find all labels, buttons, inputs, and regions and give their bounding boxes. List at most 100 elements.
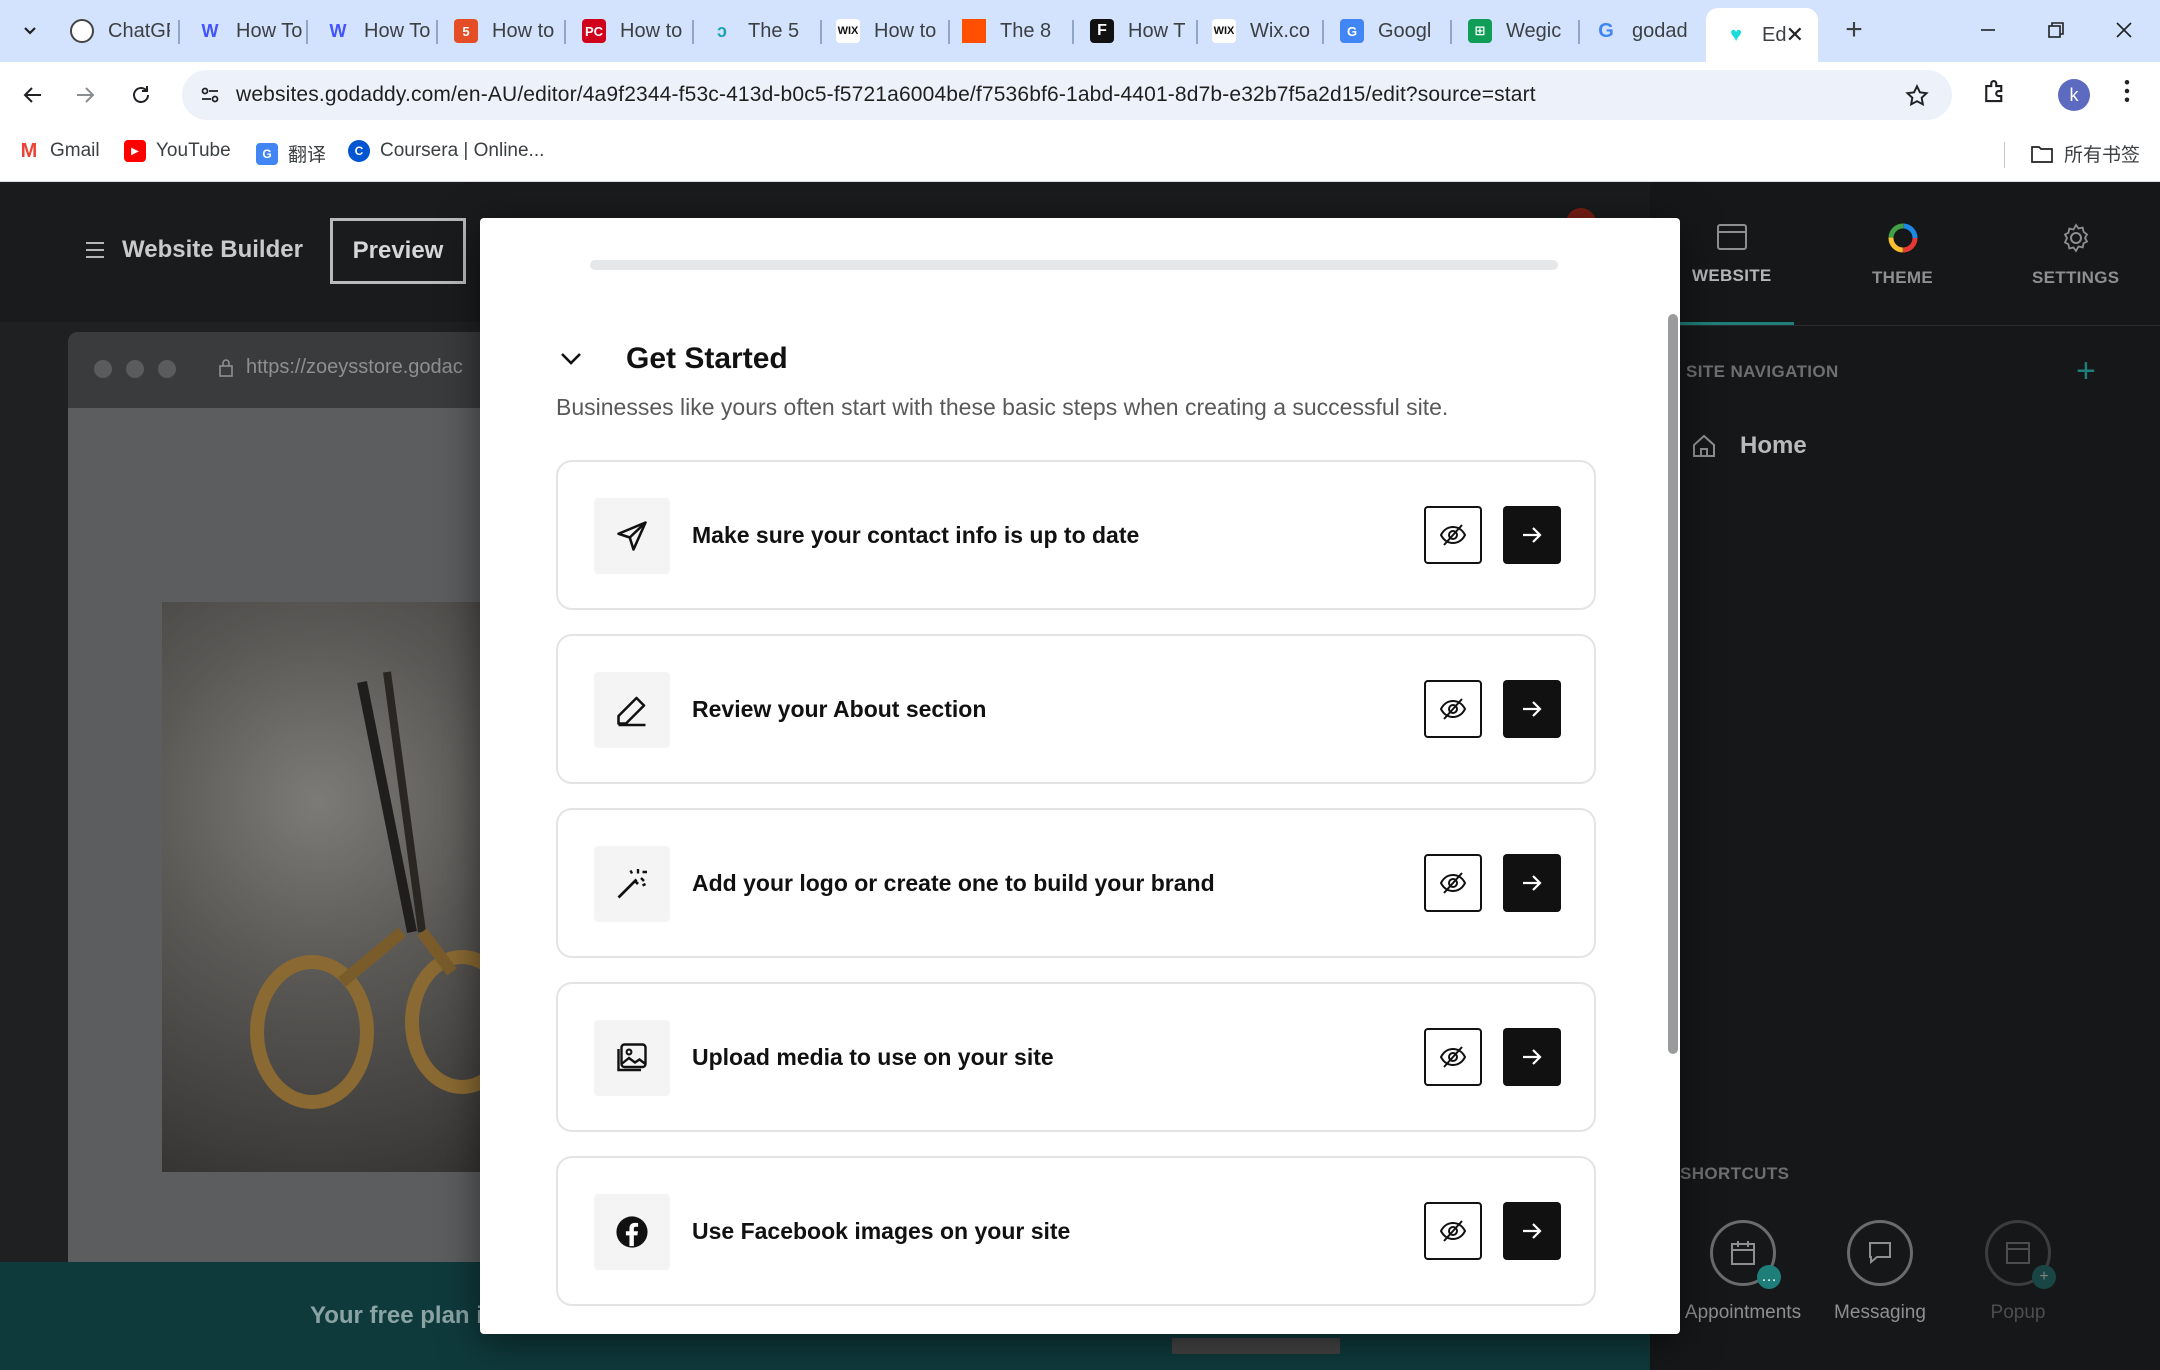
hide-task-button[interactable]	[1424, 1202, 1482, 1260]
f-icon: F	[1090, 19, 1114, 43]
calendar-icon	[1731, 1241, 1755, 1265]
bookmark-translate[interactable]: G 翻译	[256, 140, 326, 167]
sheets-icon: ⊞	[1468, 19, 1492, 43]
close-window-button[interactable]	[2094, 8, 2154, 52]
tab-google-translate[interactable]: G Googl	[1322, 12, 1448, 50]
tab-godaddy-search[interactable]: G godad	[1576, 12, 1700, 50]
wix-icon: WIX	[836, 19, 860, 43]
tab-how-to-3[interactable]: 5 How to	[436, 12, 560, 50]
back-button[interactable]	[12, 74, 54, 116]
shortcut-appointments[interactable]: … Appointments	[1673, 1220, 1813, 1324]
close-tab-icon[interactable]: ✕	[1786, 22, 1804, 48]
upgrade-button[interactable]	[1172, 1338, 1340, 1354]
all-bookmarks[interactable]: 所有书签	[2030, 140, 2140, 167]
free-plan-text: Your free plan i	[310, 1302, 483, 1329]
arrow-right-icon	[1523, 875, 1542, 891]
reload-icon	[133, 86, 149, 103]
eye-off-icon	[1439, 698, 1467, 720]
url-text[interactable]: websites.godaddy.com/en-AU/editor/4a9f23…	[236, 83, 1536, 107]
pc-icon: PC	[582, 19, 606, 43]
lock-icon	[219, 358, 233, 377]
openai-icon	[70, 19, 94, 43]
arrow-right-icon	[77, 87, 95, 103]
eye-off-icon	[1439, 1046, 1467, 1068]
nav-item-home[interactable]: Home	[1690, 432, 1807, 460]
profile-avatar[interactable]: k	[2058, 79, 2090, 111]
task-card-facebook-images[interactable]: Use Facebook images on your site	[556, 1156, 1596, 1306]
arrow-right-icon	[1523, 527, 1542, 543]
hide-task-button[interactable]	[1424, 506, 1482, 564]
tab-theme[interactable]: THEME	[1872, 222, 1933, 288]
hide-task-button[interactable]	[1424, 854, 1482, 912]
square-orange-icon	[962, 19, 986, 43]
arrow-right-icon	[1523, 1223, 1542, 1239]
arrow-left-icon	[23, 87, 41, 103]
minimize-icon	[1981, 29, 1995, 31]
tab-wegic[interactable]: ⊞ Wegic	[1450, 12, 1576, 50]
gear-icon	[2063, 223, 2088, 253]
website-builder-menu[interactable]: Website Builder	[84, 236, 303, 264]
tab-chatgpt[interactable]: ChatGPT	[52, 12, 170, 50]
tab-how-to-5[interactable]: WIX How to	[818, 12, 944, 50]
task-card-contact-info[interactable]: Make sure your contact info is up to dat…	[556, 460, 1596, 610]
gmail-icon: M	[20, 139, 38, 162]
address-bar[interactable]: websites.godaddy.com/en-AU/editor/4a9f23…	[182, 70, 1952, 120]
hide-task-button[interactable]	[1424, 1028, 1482, 1086]
bookmark-gmail[interactable]: M Gmail	[18, 140, 100, 162]
tab-the-8[interactable]: The 8	[944, 12, 1072, 50]
tab-wix[interactable]: WIX Wix.co	[1194, 12, 1320, 50]
section-description: Businesses like yours often start with t…	[556, 394, 1449, 420]
tab-how-to-1[interactable]: W How To	[180, 12, 304, 50]
tab-how-to-2[interactable]: W How To	[308, 12, 432, 50]
tab-how-to-4[interactable]: PC How to	[564, 12, 692, 50]
shortcut-messaging[interactable]: Messaging	[1810, 1220, 1950, 1324]
bookmark-star-icon[interactable]	[1904, 83, 1930, 109]
chevron-down-icon	[24, 27, 36, 35]
shortcut-popup[interactable]: + Popup	[1948, 1220, 2088, 1324]
add-page-button[interactable]: +	[2076, 352, 2096, 391]
restore-button[interactable]	[2026, 8, 2086, 52]
open-task-button[interactable]	[1503, 1028, 1561, 1086]
progress-bar	[590, 260, 1558, 270]
forward-button[interactable]	[64, 74, 106, 116]
home-icon	[1693, 434, 1715, 457]
site-navigation-heading: SITE NAVIGATION	[1686, 362, 1839, 381]
tab-search-button[interactable]	[12, 12, 48, 48]
get-started-modal: Get Started Businesses like yours often …	[480, 218, 1680, 1334]
minimize-button[interactable]	[1958, 8, 2018, 52]
reload-button[interactable]	[120, 74, 162, 116]
site-info-icon[interactable]	[198, 83, 222, 107]
hide-task-button[interactable]	[1424, 680, 1482, 738]
bookmark-youtube[interactable]: ▶ YouTube	[124, 140, 231, 162]
open-task-button[interactable]	[1503, 680, 1561, 738]
coursera-icon: C	[348, 140, 370, 162]
bookmark-coursera[interactable]: C Coursera | Online...	[348, 140, 544, 162]
tab-settings[interactable]: SETTINGS	[2032, 222, 2119, 288]
tab-website[interactable]: WEBSITE	[1692, 222, 1772, 286]
hamburger-icon	[86, 242, 104, 258]
preview-button[interactable]: Preview	[330, 218, 466, 284]
modal-scrollbar-thumb[interactable]	[1668, 314, 1678, 1054]
extensions-icon[interactable]	[1980, 76, 2010, 106]
arrow-right-icon	[1523, 701, 1542, 717]
new-tab-button[interactable]: +	[1836, 12, 1872, 48]
html5-icon: 5	[454, 19, 478, 43]
open-task-button[interactable]	[1503, 506, 1561, 564]
task-label: Make sure your contact info is up to dat…	[692, 522, 1140, 548]
bookmarks-bar: M Gmail ▶ YouTube G 翻译 C Coursera | Onli…	[0, 128, 2160, 182]
open-task-button[interactable]	[1503, 854, 1561, 912]
magic-wand-icon	[594, 846, 670, 922]
task-card-upload-media[interactable]: Upload media to use on your site	[556, 982, 1596, 1132]
get-started-header[interactable]: Get Started	[556, 342, 788, 376]
tab-editor-active[interactable]: ♥ Ed ✕	[1706, 8, 1818, 62]
kebab-menu-icon[interactable]	[2112, 76, 2142, 106]
restore-icon	[2048, 22, 2064, 38]
modal-scrollbar[interactable]	[1668, 314, 1678, 1054]
tab-the-5[interactable]: ɔ The 5	[692, 12, 818, 50]
task-card-about-section[interactable]: Review your About section	[556, 634, 1596, 784]
tab-how-t[interactable]: F How T	[1072, 12, 1194, 50]
open-task-button[interactable]	[1503, 1202, 1561, 1260]
browser-window-icon	[1716, 224, 1747, 250]
task-card-logo[interactable]: Add your logo or create one to build you…	[556, 808, 1596, 958]
preview-url: https://zoeysstore.godac	[218, 356, 463, 379]
